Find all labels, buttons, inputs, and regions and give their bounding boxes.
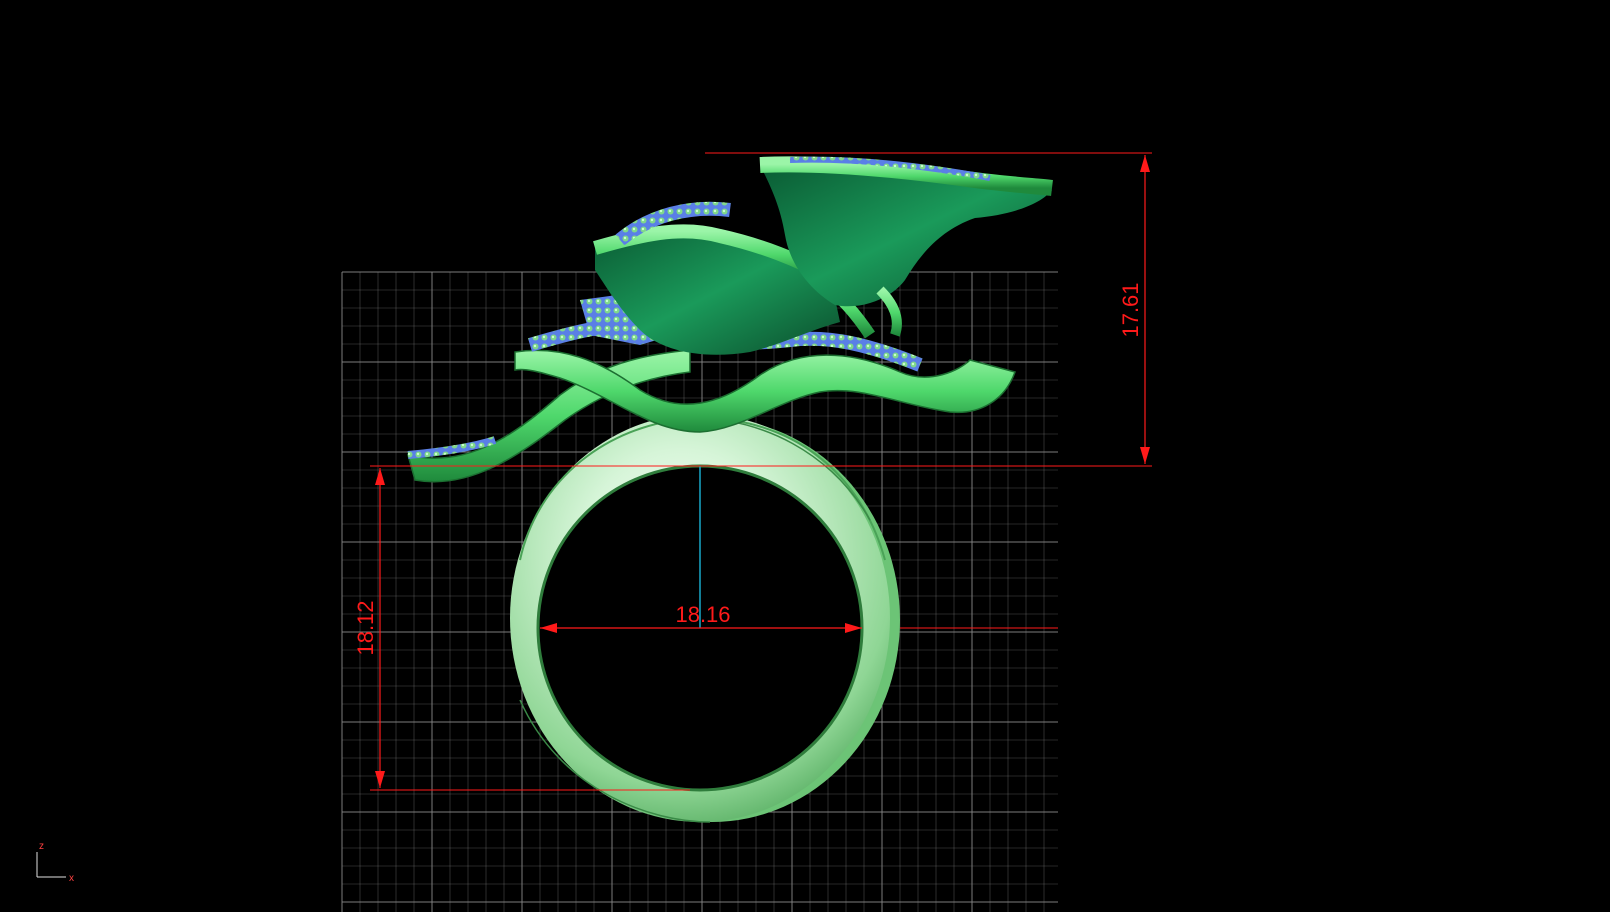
axis-label-z: z (39, 841, 44, 852)
axis-label-x: x (69, 873, 74, 884)
ring-model[interactable] (406, 156, 1053, 823)
axis-indicator: z x (36, 841, 74, 884)
dimension-label-inner-height: 18.12 (353, 600, 378, 655)
viewport-canvas[interactable]: 17.61 18.12 18.16 z x (0, 0, 1610, 912)
dimension-label-inner-width: 18.16 (675, 602, 730, 627)
dimension-label-overall-height: 17.61 (1118, 282, 1143, 337)
cad-viewport[interactable]: 17.61 18.12 18.16 z x (0, 0, 1610, 912)
